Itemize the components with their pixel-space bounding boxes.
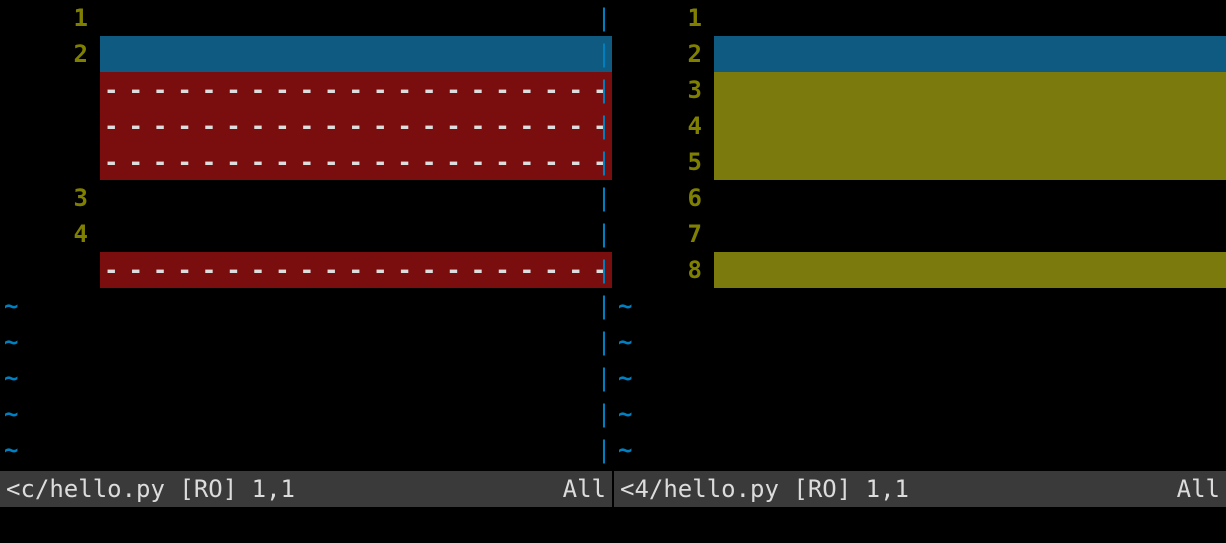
tilde-marker: ~ xyxy=(614,360,702,396)
tilde-marker: ~ xyxy=(614,396,702,432)
empty-line xyxy=(714,288,1226,324)
filler-deleted: ---------------------------- | xyxy=(100,72,612,108)
line-number: 2 xyxy=(614,36,702,72)
left-gutter: 1 2 3 4 ~ ~ ~ ~ ~ xyxy=(0,0,100,471)
tilde-marker: ~ xyxy=(614,324,702,360)
tilde-marker: ~ xyxy=(0,288,88,324)
line-number: 7 xyxy=(614,216,702,252)
right-gutter: 1 2 3 4 5 6 7 8 ~ ~ ~ ~ ~ xyxy=(614,0,714,471)
left-body: 1 2 3 4 ~ ~ ~ ~ ~ def hello(): | xyxy=(0,0,612,471)
empty-line xyxy=(714,360,1226,396)
code-line-changed[interactable]: print("HELLO, WORLD!") xyxy=(714,36,1226,72)
split-bar-icon: | xyxy=(596,360,612,396)
split-bar-icon: | xyxy=(596,36,612,72)
left-code[interactable]: def hello(): | print("Hello, world!") | … xyxy=(100,0,612,471)
status-file: <c/hello.py [RO] 1,1 xyxy=(6,471,295,507)
tilde-marker: ~ xyxy=(0,360,88,396)
code-line[interactable]: hello() xyxy=(714,216,1226,252)
line-number: 3 xyxy=(614,72,702,108)
code-line-changed[interactable]: print("Hello, world!") | xyxy=(100,36,612,72)
empty-line xyxy=(714,396,1226,432)
split-bar-icon: | xyxy=(596,144,612,180)
split-bar-icon: | xyxy=(596,432,612,468)
code-line-added[interactable]: goodbye() xyxy=(714,252,1226,288)
code-line-added[interactable] xyxy=(714,72,1226,108)
split-bar-icon: | xyxy=(596,216,612,252)
line-number xyxy=(0,144,88,180)
line-number xyxy=(0,108,88,144)
split-bar-icon: | xyxy=(596,108,612,144)
tilde-marker: ~ xyxy=(614,432,702,468)
line-number: 4 xyxy=(0,216,88,252)
line-number: 3 xyxy=(0,180,88,216)
empty-line: | xyxy=(100,288,612,324)
right-pane[interactable]: 1 2 3 4 5 6 7 8 ~ ~ ~ ~ ~ def hello(): xyxy=(614,0,1226,543)
tilde-marker: ~ xyxy=(0,396,88,432)
split-bar-icon: | xyxy=(596,252,612,288)
code-line[interactable]: def hello(): | xyxy=(100,0,612,36)
line-number xyxy=(0,252,88,288)
left-statusline: <c/hello.py [RO] 1,1 All xyxy=(0,471,612,507)
tilde-marker: ~ xyxy=(0,324,88,360)
tilde-marker: ~ xyxy=(0,432,88,468)
line-number: 4 xyxy=(614,108,702,144)
right-body: 1 2 3 4 5 6 7 8 ~ ~ ~ ~ ~ def hello(): xyxy=(614,0,1226,471)
line-number: 8 xyxy=(614,252,702,288)
empty-line: | xyxy=(100,432,612,468)
status-position: All xyxy=(563,471,606,507)
split-bar-icon: | xyxy=(596,396,612,432)
code-line-added[interactable]: def goodbye(): xyxy=(714,108,1226,144)
split-bar-icon: | xyxy=(596,288,612,324)
empty-line: | xyxy=(100,360,612,396)
left-cmdline[interactable] xyxy=(0,507,612,543)
split-bar-icon: | xyxy=(596,180,612,216)
line-number: 2 xyxy=(0,36,88,72)
split-bar-icon: | xyxy=(596,324,612,360)
line-number: 1 xyxy=(0,0,88,36)
empty-line: | xyxy=(100,324,612,360)
filler-deleted: ---------------------------- | xyxy=(100,252,612,288)
line-number xyxy=(0,72,88,108)
line-number: 6 xyxy=(614,180,702,216)
status-position: All xyxy=(1177,471,1220,507)
code-line[interactable] xyxy=(714,180,1226,216)
line-number: 1 xyxy=(614,0,702,36)
split-bar-icon: | xyxy=(596,0,612,36)
right-code[interactable]: def hello(): print("HELLO, WORLD!") def … xyxy=(714,0,1226,471)
code-line[interactable]: def hello(): xyxy=(714,0,1226,36)
line-number: 5 xyxy=(614,144,702,180)
right-statusline: <4/hello.py [RO] 1,1 All xyxy=(614,471,1226,507)
right-cmdline[interactable] xyxy=(614,507,1226,543)
vimdiff-root: 1 2 3 4 ~ ~ ~ ~ ~ def hello(): | xyxy=(0,0,1226,543)
code-line-added[interactable]: print("See ya!") xyxy=(714,144,1226,180)
left-pane[interactable]: 1 2 3 4 ~ ~ ~ ~ ~ def hello(): | xyxy=(0,0,614,543)
status-file: <4/hello.py [RO] 1,1 xyxy=(620,471,909,507)
tilde-marker: ~ xyxy=(614,288,702,324)
empty-line xyxy=(714,324,1226,360)
filler-deleted: ---------------------------- | xyxy=(100,108,612,144)
empty-line: | xyxy=(100,396,612,432)
code-line[interactable]: hello() | xyxy=(100,216,612,252)
split-bar-icon: | xyxy=(596,72,612,108)
filler-deleted: ---------------------------- | xyxy=(100,144,612,180)
empty-line xyxy=(714,432,1226,468)
code-line[interactable]: | xyxy=(100,180,612,216)
